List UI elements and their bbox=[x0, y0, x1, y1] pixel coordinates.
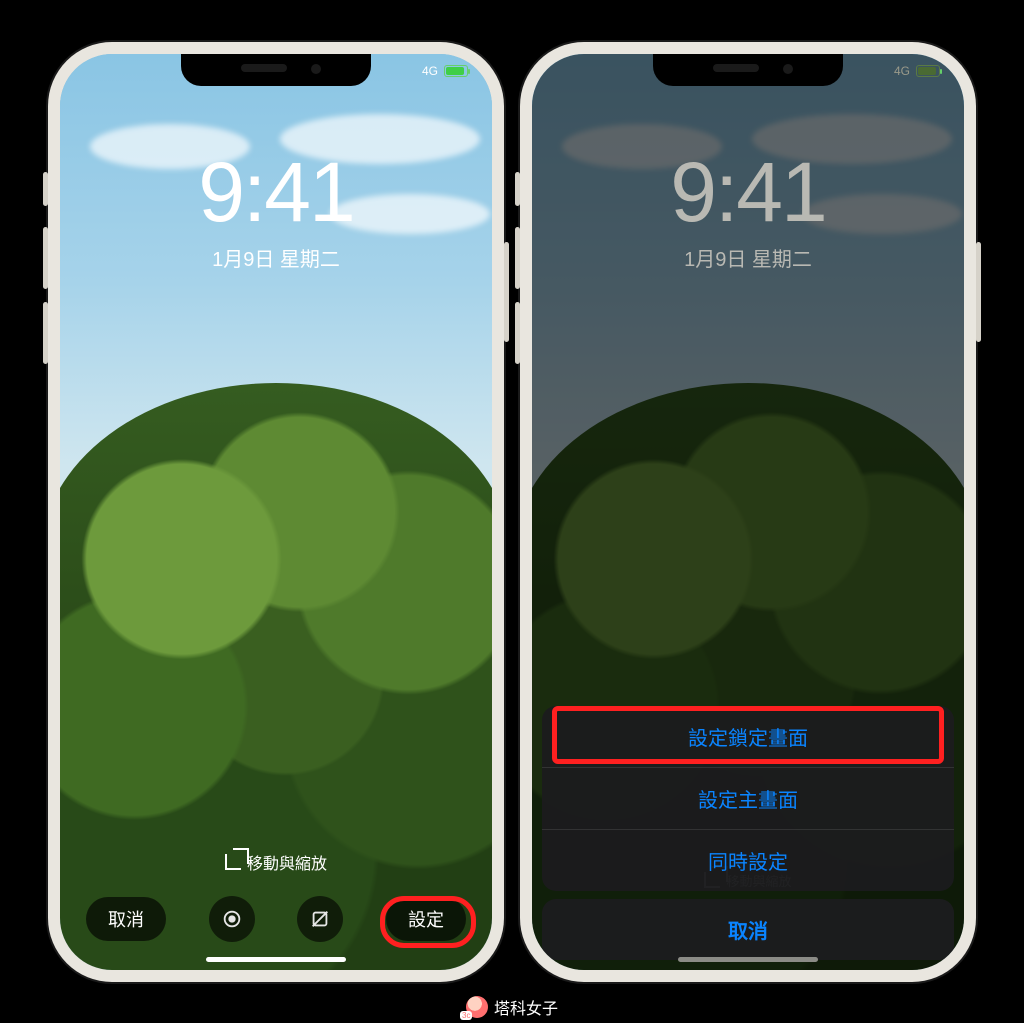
notch bbox=[653, 54, 843, 86]
cancel-button[interactable]: 取消 bbox=[86, 897, 166, 941]
time-label: 9:41 bbox=[60, 144, 492, 241]
network-label: 4G bbox=[894, 64, 910, 78]
power-button[interactable] bbox=[976, 242, 981, 342]
notch bbox=[181, 54, 371, 86]
watermark-text: 塔科女子 bbox=[494, 995, 558, 1019]
screen: 4G 9:41 1月9日 星期二 移動與縮放 取消 設定 bbox=[60, 54, 492, 970]
battery-icon bbox=[916, 65, 940, 77]
volume-down-button[interactable] bbox=[515, 302, 520, 364]
screen: 4G 9:41 1月9日 星期二 移動與縮放 設定鎖定畫面 設定主畫面 同時設定 bbox=[532, 54, 964, 970]
lock-clock: 9:41 1月9日 星期二 bbox=[60, 144, 492, 272]
crop-icon bbox=[225, 854, 241, 870]
battery-icon bbox=[444, 65, 468, 77]
set-both-button[interactable]: 同時設定 bbox=[542, 829, 954, 891]
volume-up-button[interactable] bbox=[43, 227, 48, 289]
volume-down-button[interactable] bbox=[43, 302, 48, 364]
date-label: 1月9日 星期二 bbox=[532, 243, 964, 272]
watermark: 塔科女子 bbox=[466, 995, 558, 1019]
lock-clock: 9:41 1月9日 星期二 bbox=[532, 144, 964, 272]
date-label: 1月9日 星期二 bbox=[60, 243, 492, 272]
mute-switch[interactable] bbox=[515, 172, 520, 206]
phone-left: 4G 9:41 1月9日 星期二 移動與縮放 取消 設定 bbox=[48, 42, 504, 982]
move-zoom-hint: 移動與縮放 bbox=[60, 850, 492, 874]
home-indicator[interactable] bbox=[678, 957, 818, 962]
perspective-off-icon[interactable] bbox=[297, 896, 343, 942]
wallpaper-toolbar: 取消 設定 bbox=[60, 896, 492, 942]
watermark-icon bbox=[466, 996, 488, 1018]
status-bar: 4G bbox=[422, 64, 468, 78]
volume-up-button[interactable] bbox=[515, 227, 520, 289]
time-label: 9:41 bbox=[532, 144, 964, 241]
network-label: 4G bbox=[422, 64, 438, 78]
move-zoom-label: 移動與縮放 bbox=[247, 850, 327, 874]
phone-right: 4G 9:41 1月9日 星期二 移動與縮放 設定鎖定畫面 設定主畫面 同時設定 bbox=[520, 42, 976, 982]
highlight-set-lock bbox=[552, 706, 944, 764]
home-indicator[interactable] bbox=[206, 957, 346, 962]
power-button[interactable] bbox=[504, 242, 509, 342]
motion-icon[interactable] bbox=[209, 896, 255, 942]
status-bar: 4G bbox=[894, 64, 940, 78]
set-button[interactable]: 設定 bbox=[386, 897, 466, 941]
action-sheet: 設定鎖定畫面 設定主畫面 同時設定 取消 bbox=[542, 706, 954, 960]
set-home-screen-button[interactable]: 設定主畫面 bbox=[542, 767, 954, 829]
mute-switch[interactable] bbox=[43, 172, 48, 206]
sheet-cancel-button[interactable]: 取消 bbox=[542, 899, 954, 960]
